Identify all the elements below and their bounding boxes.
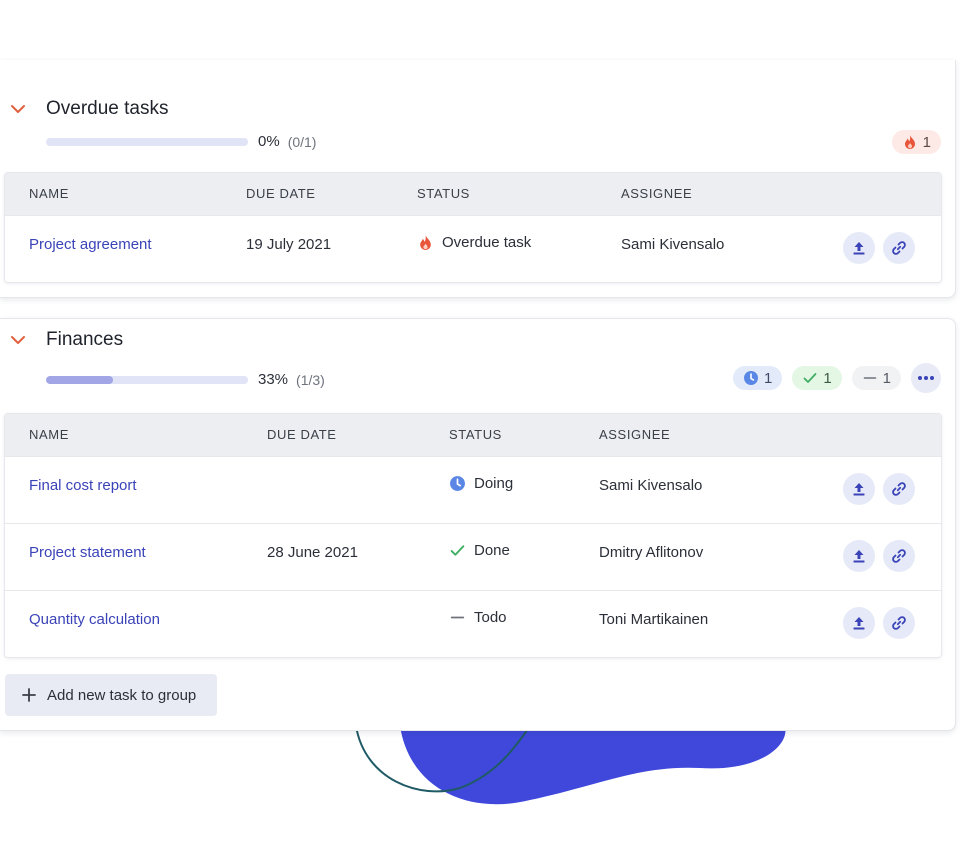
column-header-status[interactable]: STATUS <box>449 427 502 442</box>
upload-icon <box>853 550 865 563</box>
progress-percent: 0% <box>258 133 280 150</box>
dash-icon <box>863 377 876 379</box>
task-status-label: Done <box>474 542 510 559</box>
doing-count-badge[interactable]: 1 <box>732 366 783 390</box>
dash-icon <box>450 616 465 619</box>
badge-count: 1 <box>922 133 931 151</box>
progress-percent: 33% <box>258 371 289 388</box>
group-title: Finances <box>46 329 124 350</box>
chevron-down-icon[interactable] <box>10 332 26 348</box>
upload-button[interactable] <box>843 232 875 264</box>
task-status-label: Doing <box>474 475 514 492</box>
copy-link-button[interactable] <box>883 473 915 505</box>
task-status-label: Todo <box>474 609 507 626</box>
column-header-status[interactable]: STATUS <box>417 186 470 201</box>
progress-count: (0/1) <box>287 133 317 150</box>
task-assignee: Sami Kivensalo <box>621 236 725 253</box>
status-badges: 1 1 1 <box>732 363 941 393</box>
column-header-name[interactable]: NAME <box>29 427 69 442</box>
link-icon <box>892 241 906 255</box>
row-actions <box>843 232 915 264</box>
upload-icon <box>853 617 865 630</box>
progress-bar <box>46 137 248 146</box>
task-due-date: 28 June 2021 <box>267 544 358 561</box>
group-header-overdue[interactable]: Overdue tasks <box>10 98 169 120</box>
task-table: NAME DUE DATE STATUS ASSIGNEE Project ag… <box>4 172 942 283</box>
add-new-task-button[interactable]: Add new task to group <box>5 674 217 716</box>
task-name-link[interactable]: Project statement <box>29 544 146 561</box>
clock-icon <box>450 476 465 491</box>
task-assignee: Toni Martikainen <box>599 611 709 628</box>
table-header: NAME DUE DATE STATUS ASSIGNEE <box>5 414 941 456</box>
upload-button[interactable] <box>843 473 875 505</box>
task-name-link[interactable]: Final cost report <box>29 477 137 494</box>
group-title: Overdue tasks <box>46 98 169 119</box>
group-progress: 0% (0/1) <box>46 133 316 150</box>
task-name-link[interactable]: Project agreement <box>29 236 152 253</box>
copy-link-button[interactable] <box>883 540 915 572</box>
fire-icon <box>420 235 431 250</box>
column-header-due-date[interactable]: DUE DATE <box>267 427 337 442</box>
progress-bar <box>46 375 248 384</box>
progress-fill <box>46 375 113 384</box>
fire-icon <box>904 135 915 149</box>
column-header-assignee[interactable]: ASSIGNEE <box>621 186 692 201</box>
group-progress: 33% (1/3) <box>46 371 325 388</box>
group-card-finances: Finances 33% (1/3) 1 1 1 NAME DUE DATE S… <box>0 318 956 731</box>
more-horizontal-icon <box>918 376 934 380</box>
task-status-label: Overdue task <box>442 234 532 251</box>
status-badges: 1 <box>891 130 941 154</box>
check-icon <box>803 373 817 383</box>
copy-link-button[interactable] <box>883 607 915 639</box>
task-assignee: Sami Kivensalo <box>599 477 703 494</box>
table-row[interactable]: Final cost report Doing Sami Kivensalo <box>5 456 941 523</box>
table-row[interactable]: Project agreement 19 July 2021 Overdue t… <box>5 215 941 282</box>
table-header: NAME DUE DATE STATUS ASSIGNEE <box>5 173 941 215</box>
upload-icon <box>853 483 865 496</box>
table-row[interactable]: Project statement 28 June 2021 Done Dmit… <box>5 523 941 590</box>
group-card-overdue: Overdue tasks 0% (0/1) 1 NAME DUE DATE S… <box>0 60 956 298</box>
task-name-link[interactable]: Quantity calculation <box>29 611 160 628</box>
chevron-down-icon[interactable] <box>10 101 26 117</box>
task-status[interactable]: Overdue task <box>417 234 531 251</box>
add-new-task-label: Add new task to group <box>47 686 197 704</box>
column-header-name[interactable]: NAME <box>29 186 69 201</box>
upload-icon <box>853 242 865 255</box>
check-icon <box>450 545 465 556</box>
link-icon <box>892 549 906 563</box>
link-icon <box>892 616 906 630</box>
clock-icon <box>743 371 758 385</box>
task-due-date: 19 July 2021 <box>246 236 332 253</box>
task-status[interactable]: Done <box>449 542 510 559</box>
column-header-assignee[interactable]: ASSIGNEE <box>599 427 670 442</box>
progress-count: (1/3) <box>296 371 325 388</box>
column-header-due-date[interactable]: DUE DATE <box>246 186 316 201</box>
badge-count: 1 <box>823 369 832 387</box>
row-actions <box>843 540 915 572</box>
plus-icon <box>22 688 36 702</box>
upload-button[interactable] <box>843 607 875 639</box>
task-assignee: Dmitry Aflitonov <box>599 544 704 561</box>
row-actions <box>843 607 915 639</box>
overdue-count-badge[interactable]: 1 <box>891 130 941 154</box>
badge-count: 1 <box>882 369 891 387</box>
copy-link-button[interactable] <box>883 232 915 264</box>
task-status[interactable]: Todo <box>449 609 507 626</box>
task-status[interactable]: Doing <box>449 475 513 492</box>
link-icon <box>892 482 906 496</box>
badge-count: 1 <box>763 369 773 387</box>
todo-count-badge[interactable]: 1 <box>851 366 901 390</box>
more-options-button[interactable] <box>911 363 941 393</box>
done-count-badge[interactable]: 1 <box>792 366 842 390</box>
upload-button[interactable] <box>843 540 875 572</box>
group-header-finances[interactable]: Finances <box>10 329 123 351</box>
table-row[interactable]: Quantity calculation Todo Toni Martikain… <box>5 590 941 657</box>
task-table: NAME DUE DATE STATUS ASSIGNEE Final cost… <box>4 413 942 658</box>
row-actions <box>843 473 915 505</box>
